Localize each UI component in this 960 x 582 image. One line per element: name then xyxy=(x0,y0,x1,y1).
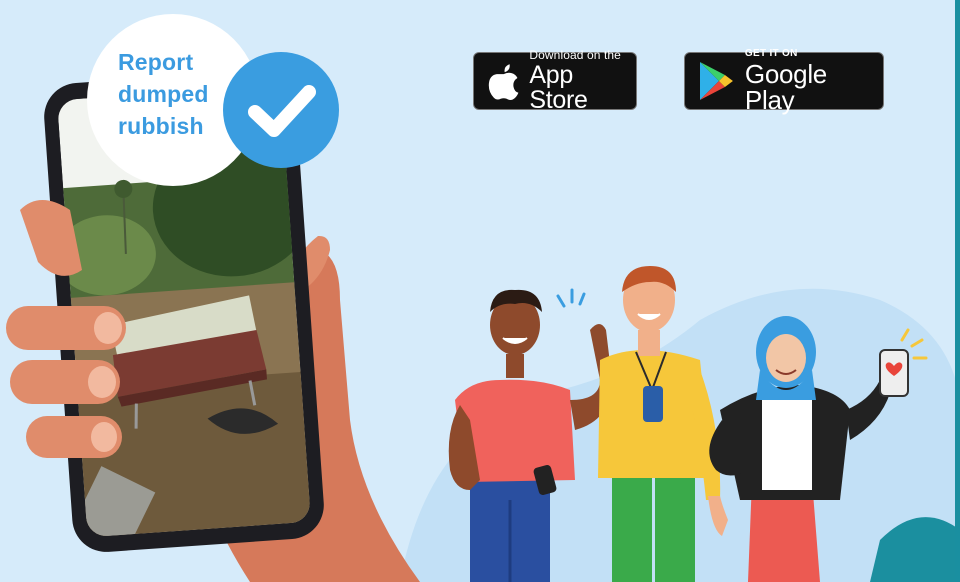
right-edge-stripe xyxy=(955,0,960,582)
person-with-lanyard xyxy=(598,266,728,582)
promo-banner: Report dumped rubbish Download on the Ap… xyxy=(0,0,960,582)
person-waving xyxy=(448,288,612,582)
people-illustration xyxy=(448,266,928,582)
person-holding-phone xyxy=(709,316,928,582)
